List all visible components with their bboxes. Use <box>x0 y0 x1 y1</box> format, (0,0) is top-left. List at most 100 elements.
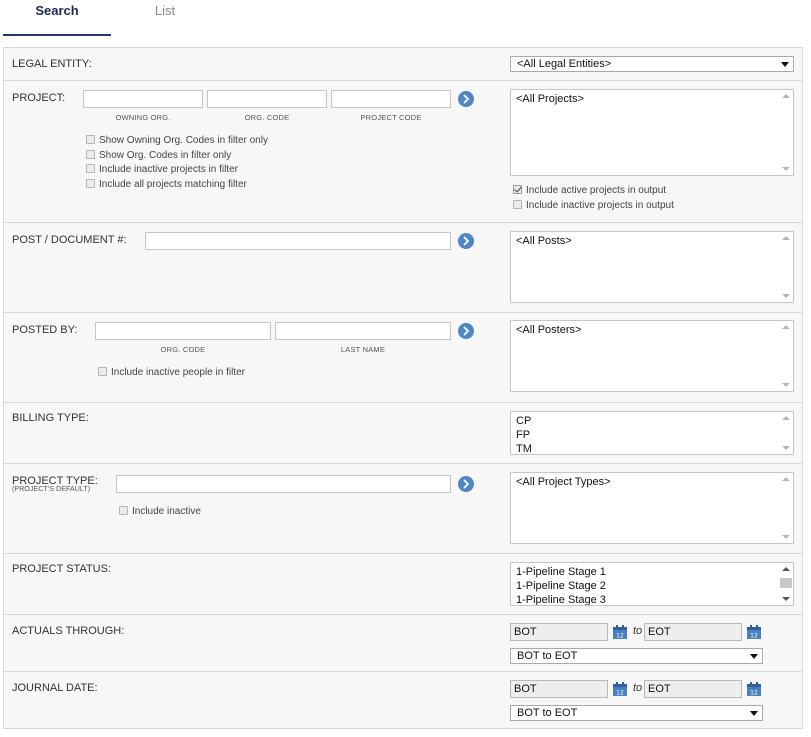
posts-listbox[interactable]: <All Posts> <box>510 231 794 303</box>
project-status-listbox[interactable]: 1-Pipeline Stage 1 1-Pipeline Stage 2 1-… <box>510 562 794 606</box>
actuals-range-select-value: BOT to EOT <box>517 650 578 662</box>
list-item[interactable]: TM <box>511 442 793 454</box>
scrollbar[interactable] <box>779 563 793 605</box>
project-label: PROJECT: <box>12 92 66 104</box>
calendar-icon[interactable]: 12 <box>746 624 762 640</box>
chevron-down-icon <box>781 62 789 67</box>
org-code-caption: ORG. CODE <box>244 113 290 122</box>
post-search-button[interactable] <box>458 233 474 249</box>
svg-text:12: 12 <box>616 690 624 697</box>
list-item[interactable]: <All Posters> <box>511 323 793 337</box>
checkmark-icon[interactable] <box>513 185 522 194</box>
posted-by-row: POSTED BY: ORG. CODE LAST NAME Include i… <box>4 313 802 403</box>
chevron-right-icon <box>463 479 470 489</box>
scroll-up-icon[interactable] <box>782 94 790 98</box>
actuals-range-select[interactable]: BOT to EOT <box>510 648 763 664</box>
scroll-down-icon[interactable] <box>782 294 790 298</box>
post-document-label: POST / DOCUMENT #: <box>12 234 127 246</box>
scroll-up-icon[interactable] <box>782 477 790 481</box>
chevron-down-icon <box>750 711 758 716</box>
scroll-up-icon[interactable] <box>782 567 790 571</box>
include-inactive-project-types-checkbox[interactable]: Include inactive <box>119 506 201 518</box>
list-item[interactable]: CP <box>511 414 793 428</box>
posted-by-org-code-input[interactable] <box>95 322 271 340</box>
scrollbar[interactable] <box>779 473 793 543</box>
scroll-down-icon[interactable] <box>782 383 790 387</box>
actuals-from-input[interactable]: BOT <box>510 623 608 641</box>
posters-listbox[interactable]: <All Posters> <box>510 320 794 392</box>
show-owning-org-codes-checkbox[interactable]: Show Owning Org. Codes in filter only <box>86 135 268 147</box>
show-org-codes-checkbox[interactable]: Show Org. Codes in filter only <box>86 150 231 162</box>
search-form: LEGAL ENTITY: <All Legal Entities> PROJE… <box>3 47 803 729</box>
list-item[interactable]: <All Projects> <box>511 92 793 106</box>
projects-listbox[interactable]: <All Projects> <box>510 89 794 176</box>
journal-to-input[interactable]: EOT <box>644 680 742 698</box>
include-inactive-projects-output-checkbox[interactable]: Include inactive projects in output <box>513 200 674 212</box>
calendar-icon[interactable]: 12 <box>612 681 628 697</box>
chevron-right-icon <box>463 236 470 246</box>
journal-range-select[interactable]: BOT to EOT <box>510 705 763 721</box>
include-active-projects-output-checkbox[interactable]: Include active projects in output <box>513 185 666 197</box>
project-code-input[interactable] <box>331 90 451 108</box>
scrollbar-thumb[interactable] <box>780 578 792 588</box>
owning-org-input[interactable] <box>83 90 203 108</box>
calendar-icon[interactable]: 12 <box>612 624 628 640</box>
actuals-to-input[interactable]: EOT <box>644 623 742 641</box>
include-inactive-projects-filter-checkbox[interactable]: Include inactive projects in filter <box>86 164 238 176</box>
scrollbar[interactable] <box>779 232 793 302</box>
calendar-icon[interactable]: 12 <box>746 681 762 697</box>
scrollbar[interactable] <box>779 412 793 454</box>
project-type-input[interactable] <box>116 475 451 493</box>
list-item[interactable]: FP <box>511 428 793 442</box>
actuals-through-label: ACTUALS THROUGH: <box>12 625 125 637</box>
scroll-down-icon[interactable] <box>782 597 790 601</box>
last-name-caption: LAST NAME <box>340 345 386 354</box>
legal-entity-select[interactable]: <All Legal Entities> <box>510 56 794 72</box>
journal-date-label: JOURNAL DATE: <box>12 682 98 694</box>
project-types-listbox[interactable]: <All Project Types> <box>510 472 794 544</box>
org-code-input[interactable] <box>207 90 327 108</box>
legal-entity-label: LEGAL ENTITY: <box>12 58 92 70</box>
scroll-down-icon[interactable] <box>782 446 790 450</box>
journal-range-select-value: BOT to EOT <box>517 707 578 719</box>
list-item[interactable]: 1-Pipeline Stage 3 <box>511 593 793 605</box>
include-inactive-people-checkbox[interactable]: Include inactive people in filter <box>98 367 245 379</box>
scrollbar[interactable] <box>779 321 793 391</box>
list-item[interactable]: <All Project Types> <box>511 475 793 489</box>
posted-by-label: POSTED BY: <box>12 324 78 336</box>
chevron-right-icon <box>463 326 470 336</box>
post-document-row: POST / DOCUMENT #: <All Posts> <box>4 223 802 313</box>
project-type-search-button[interactable] <box>458 476 474 492</box>
project-status-label: PROJECT STATUS: <box>12 563 112 575</box>
scroll-up-icon[interactable] <box>782 416 790 420</box>
include-all-projects-checkbox[interactable]: Include all projects matching filter <box>86 179 247 191</box>
scroll-down-icon[interactable] <box>782 167 790 171</box>
journal-date-row: JOURNAL DATE: BOT 12 to EOT 12 BOT to EO… <box>4 672 802 729</box>
posted-by-search-button[interactable] <box>458 323 474 339</box>
svg-text:12: 12 <box>616 633 624 640</box>
scroll-down-icon[interactable] <box>782 535 790 539</box>
post-document-input[interactable] <box>145 232 451 250</box>
project-search-button[interactable] <box>458 91 474 107</box>
tab-search[interactable]: Search <box>3 0 111 36</box>
journal-from-input[interactable]: BOT <box>510 680 608 698</box>
list-item[interactable]: <All Posts> <box>511 234 793 248</box>
to-label: to <box>633 682 643 694</box>
project-status-row: PROJECT STATUS: 1-Pipeline Stage 1 1-Pip… <box>4 554 802 615</box>
owning-org-caption: OWNING ORG. <box>115 113 171 122</box>
legal-entity-row: LEGAL ENTITY: <All Legal Entities> <box>4 48 802 81</box>
actuals-through-row: ACTUALS THROUGH: BOT 12 to EOT 12 BOT to… <box>4 615 802 672</box>
scroll-up-icon[interactable] <box>782 325 790 329</box>
org-code-caption: ORG. CODE <box>160 345 206 354</box>
tab-list[interactable]: List <box>111 0 219 36</box>
project-type-sublabel: (PROJECT'S DEFAULT) <box>12 486 91 493</box>
chevron-down-icon <box>750 654 758 659</box>
scroll-up-icon[interactable] <box>782 236 790 240</box>
chevron-right-icon <box>463 94 470 104</box>
billing-type-listbox[interactable]: CP FP TM <box>510 411 794 455</box>
posted-by-last-name-input[interactable] <box>275 322 451 340</box>
list-item[interactable]: 1-Pipeline Stage 1 <box>511 565 793 579</box>
project-type-row: PROJECT TYPE: (PROJECT'S DEFAULT) Includ… <box>4 464 802 554</box>
list-item[interactable]: 1-Pipeline Stage 2 <box>511 579 793 593</box>
scrollbar[interactable] <box>779 90 793 175</box>
